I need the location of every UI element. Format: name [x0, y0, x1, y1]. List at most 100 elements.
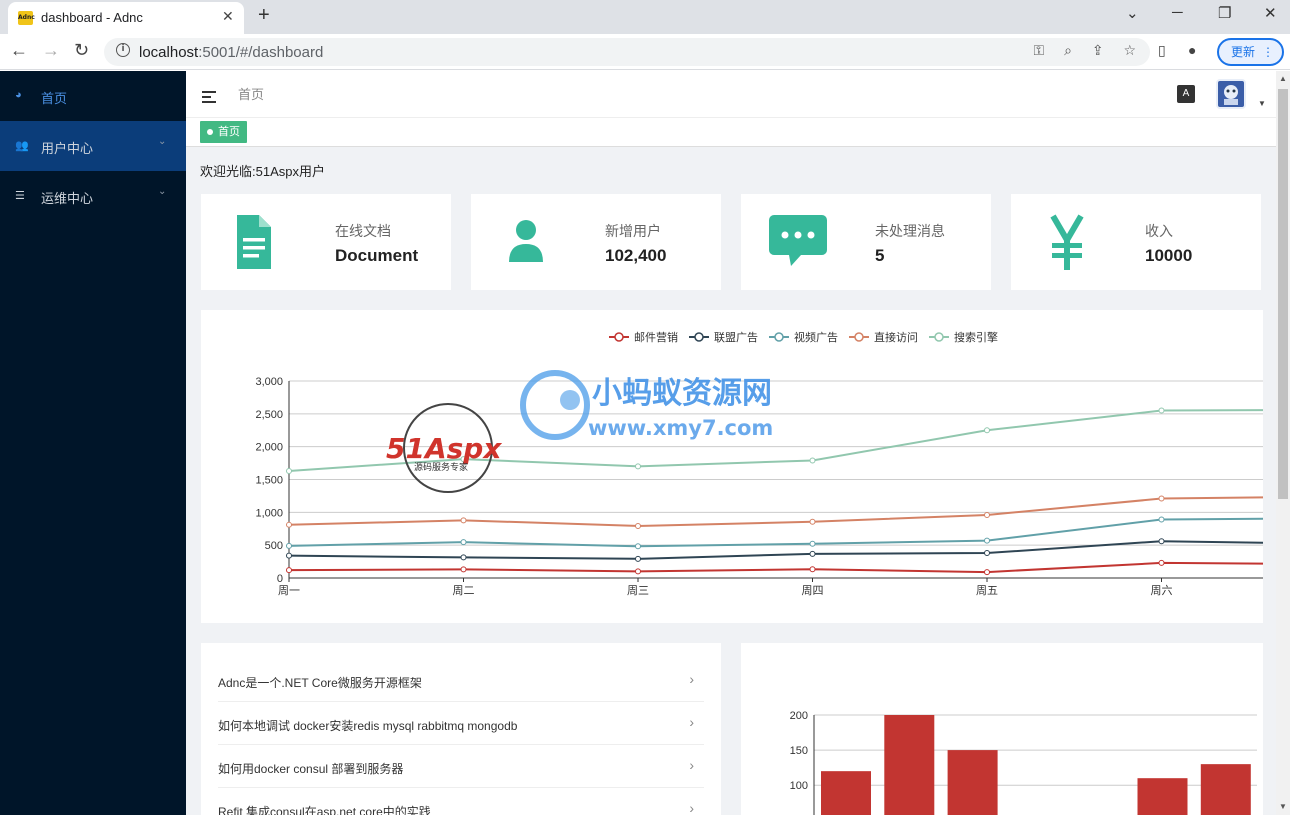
scroll-down-icon[interactable]: ▼	[1279, 802, 1287, 811]
legend-marker	[854, 332, 864, 342]
card-income[interactable]: 收入 10000	[1011, 194, 1261, 290]
scroll-thumb[interactable]	[1278, 89, 1288, 499]
watermark-logo-51: 51Aspx	[386, 432, 502, 465]
users-icon: 👥	[15, 140, 29, 152]
minimize-icon[interactable]: ─	[1172, 4, 1183, 21]
y-tick-label: 3,000	[255, 376, 283, 388]
list-item[interactable]: 如何本地调试 docker安装redis mysql rabbitmq mong…	[218, 702, 704, 745]
article-title: Adnc是一个.NET Core微服务开源框架	[218, 676, 422, 690]
data-point	[286, 552, 292, 559]
y-tick-label: 100	[790, 780, 808, 792]
top-navbar: 首页 A ▼	[186, 71, 1276, 117]
card-new-users[interactable]: 新增用户 102,400	[471, 194, 721, 290]
dashboard-icon: ◕	[15, 89, 22, 101]
data-point	[984, 427, 990, 434]
sidebar: ◕ 首页 👥 用户中心 ⌄ ☰ 运维中心 ⌄	[0, 71, 186, 815]
back-icon[interactable]: ←	[10, 40, 28, 61]
update-button[interactable]: 更新 ⋮	[1217, 38, 1284, 66]
bookmark-star-icon[interactable]: ☆	[1123, 42, 1136, 58]
caret-down-icon[interactable]: ▼	[1258, 99, 1266, 108]
card-messages[interactable]: 未处理消息 5	[741, 194, 991, 290]
x-tick-label: 周六	[1151, 584, 1173, 597]
bar-chart: 100 150 200	[790, 710, 1257, 815]
scroll-up-icon[interactable]: ▲	[1279, 74, 1287, 83]
forward-icon[interactable]: →	[42, 40, 60, 61]
share-icon[interactable]: ⇪	[1092, 42, 1104, 58]
side-panel-icon[interactable]: ▯	[1158, 42, 1166, 59]
scrollbar[interactable]: ▲ ▼	[1276, 71, 1290, 815]
menu-dots-icon[interactable]: ⋮	[1262, 40, 1274, 64]
restore-icon[interactable]: ❐	[1218, 4, 1231, 22]
profile-icon[interactable]: ●	[1188, 42, 1196, 58]
tab-search-icon[interactable]: ⌄	[1126, 4, 1139, 22]
bar	[1137, 778, 1188, 815]
y-tick-label: 2,500	[255, 409, 283, 421]
yen-icon	[1050, 214, 1084, 270]
zoom-icon[interactable]: ⌕	[1064, 42, 1072, 58]
data-point	[809, 566, 816, 573]
bar	[1200, 764, 1251, 815]
list-item[interactable]: Adnc是一个.NET Core微服务开源框架 ›	[218, 659, 704, 702]
card-value: Document	[335, 246, 419, 265]
data-point	[1158, 538, 1165, 545]
breadcrumb[interactable]: 首页	[238, 84, 264, 103]
legend-marker	[774, 332, 784, 342]
card-docs[interactable]: 在线文档 Document	[201, 194, 451, 290]
data-point	[460, 554, 467, 561]
reload-icon[interactable]: ↻	[74, 40, 89, 61]
chevron-right-icon: ›	[689, 671, 694, 687]
language-icon[interactable]: A	[1177, 85, 1195, 103]
list-item[interactable]: Refit 集成consul在asp.net core中的实践 ›	[218, 788, 704, 815]
watermark-site-cn: 小蚂蚁资源网	[592, 376, 772, 411]
legend-marker	[694, 332, 704, 342]
bar-chart-panel: 100 150 200	[741, 643, 1263, 815]
legend-label: 搜索引擎	[954, 330, 998, 344]
browser-toolbar: ← → ↻ i localhost:5001/#/dashboard ⚿ ⌕ ⇪…	[0, 34, 1290, 70]
list-item[interactable]: 如何用docker consul 部署到服务器 ›	[218, 745, 704, 788]
tag-home[interactable]: 首页	[200, 121, 247, 143]
sidebar-item-ops-center[interactable]: ☰ 运维中心 ⌄	[0, 171, 186, 221]
key-icon[interactable]: ⚿	[1034, 42, 1045, 58]
data-point	[809, 518, 816, 525]
sidebar-item-home[interactable]: ◕ 首页	[0, 71, 186, 121]
tab-close-icon[interactable]: ✕	[222, 8, 234, 25]
document-icon	[237, 215, 271, 269]
data-point	[809, 457, 816, 464]
data-point	[984, 537, 990, 544]
address-bar[interactable]: i localhost:5001/#/dashboard ⚿ ⌕ ⇪ ☆	[104, 38, 1150, 66]
site-info-icon[interactable]: i	[116, 43, 130, 57]
hamburger-icon[interactable]	[202, 91, 216, 103]
data-point	[286, 521, 292, 528]
url-text[interactable]: localhost:5001/#/dashboard	[139, 44, 323, 61]
sidebar-item-label: 运维中心	[41, 191, 94, 206]
data-point	[984, 550, 990, 557]
y-tick-label: 200	[790, 710, 808, 722]
avatar[interactable]	[1216, 79, 1246, 109]
chevron-down-icon: ⌄	[158, 136, 167, 147]
legend-label: 联盟广告	[714, 331, 758, 344]
article-title: 如何本地调试 docker安装redis mysql rabbitmq mong…	[218, 719, 518, 733]
chevron-right-icon: ›	[689, 800, 694, 815]
card-label: 在线文档	[335, 223, 391, 239]
y-tick-label: 0	[277, 573, 283, 585]
x-tick-label: 周一	[278, 584, 300, 597]
x-tick-label: 周三	[627, 584, 649, 597]
data-point	[635, 555, 641, 562]
legend-marker	[614, 332, 624, 342]
window-close-icon[interactable]: ✕	[1264, 4, 1277, 22]
y-tick-label: 2,000	[255, 442, 283, 454]
card-label: 收入	[1145, 223, 1173, 239]
x-tick-label: 周二	[453, 584, 475, 597]
article-title: Refit 集成consul在asp.net core中的实践	[218, 805, 431, 815]
data-point	[1158, 516, 1165, 523]
data-point	[635, 568, 641, 575]
bar	[947, 750, 998, 815]
message-icon	[769, 215, 827, 266]
user-icon	[509, 220, 543, 262]
new-tab-icon[interactable]: +	[258, 4, 270, 27]
chevron-right-icon: ›	[689, 714, 694, 730]
sidebar-item-user-center[interactable]: 👥 用户中心 ⌄	[0, 121, 186, 171]
browser-tab[interactable]: Adnc dashboard - Adnc ✕	[8, 2, 244, 34]
browser-tab-bar: Adnc dashboard - Adnc ✕ + ⌄ ─ ❐ ✕	[0, 0, 1290, 34]
data-point	[286, 467, 292, 474]
